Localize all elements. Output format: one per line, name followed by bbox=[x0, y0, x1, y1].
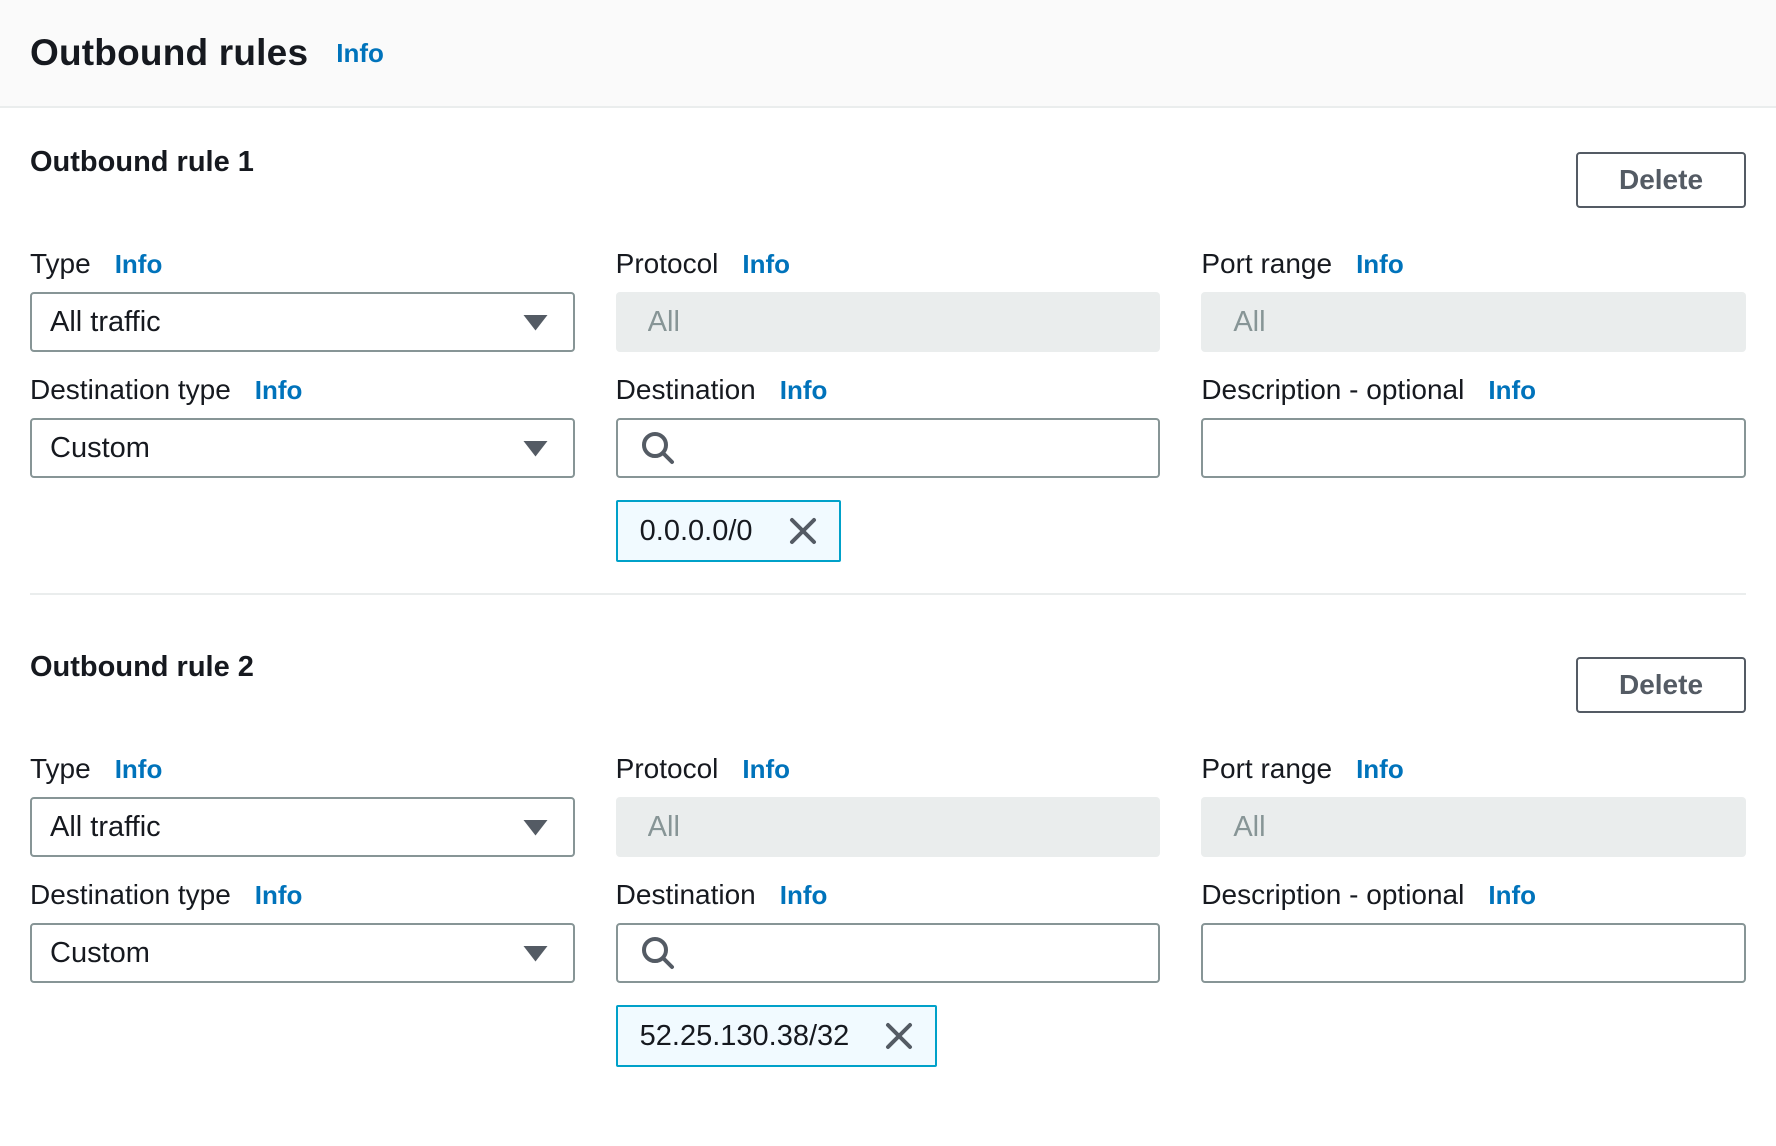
type-select[interactable]: All traffic bbox=[30, 797, 575, 857]
port-range-input bbox=[1201, 292, 1746, 352]
rule-1-destination-field: Destination Info 0.0.0.0/0 bbox=[616, 374, 1161, 562]
destination-type-info-link[interactable]: Info bbox=[255, 375, 303, 406]
outbound-rules-panel: Outbound rules Info Outbound rule 1 Dele… bbox=[0, 0, 1776, 1146]
rule-2-fields-grid: Type Info All traffic Protocol Info bbox=[30, 753, 1746, 1067]
destination-token: 0.0.0.0/0 bbox=[616, 500, 841, 562]
rule-2-title: Outbound rule 2 bbox=[30, 645, 254, 684]
type-label: Type bbox=[30, 753, 91, 785]
rule-1-head: Outbound rule 1 Delete bbox=[30, 140, 1746, 208]
rule-1-type-field: Type Info All traffic bbox=[30, 248, 575, 352]
port-range-info-link[interactable]: Info bbox=[1356, 249, 1404, 280]
destination-token-value: 52.25.130.38/32 bbox=[640, 1020, 850, 1053]
chevron-down-icon bbox=[522, 313, 549, 332]
description-label: Description - optional bbox=[1201, 374, 1464, 406]
port-range-label: Port range bbox=[1201, 753, 1332, 785]
search-icon bbox=[640, 935, 676, 971]
type-select-value: All traffic bbox=[50, 811, 161, 844]
protocol-info-link[interactable]: Info bbox=[742, 249, 790, 280]
type-info-link[interactable]: Info bbox=[115, 754, 163, 785]
rule-2-description-field: Description - optional Info bbox=[1201, 879, 1746, 983]
protocol-input bbox=[616, 292, 1161, 352]
rule-1-fields-grid: Type Info All traffic Protocol Info bbox=[30, 248, 1746, 562]
protocol-label: Protocol bbox=[616, 753, 719, 785]
destination-type-select[interactable]: Custom bbox=[30, 418, 575, 478]
destination-type-info-link[interactable]: Info bbox=[255, 880, 303, 911]
outbound-rule-1-section: Outbound rule 1 Delete Type Info All tra… bbox=[30, 108, 1746, 595]
chevron-down-icon bbox=[522, 944, 549, 963]
destination-type-select-value: Custom bbox=[50, 937, 150, 970]
rule-2-protocol-field: Protocol Info bbox=[616, 753, 1161, 857]
description-label: Description - optional bbox=[1201, 879, 1464, 911]
rule-2-destination-field: Destination Info 52.25.130.38/32 bbox=[616, 879, 1161, 1067]
destination-label: Destination bbox=[616, 879, 756, 911]
close-icon[interactable] bbox=[787, 515, 819, 547]
port-range-info-link[interactable]: Info bbox=[1356, 754, 1404, 785]
protocol-label: Protocol bbox=[616, 248, 719, 280]
destination-token: 52.25.130.38/32 bbox=[616, 1005, 938, 1067]
destination-search-input[interactable] bbox=[684, 925, 1145, 981]
outbound-rule-2-section: Outbound rule 2 Delete Type Info All tra… bbox=[30, 595, 1746, 1067]
destination-info-link[interactable]: Info bbox=[780, 375, 828, 406]
rule-1-destination-type-field: Destination type Info Custom bbox=[30, 374, 575, 478]
protocol-input bbox=[616, 797, 1161, 857]
type-label: Type bbox=[30, 248, 91, 280]
destination-token-value: 0.0.0.0/0 bbox=[640, 515, 753, 548]
destination-search-box bbox=[616, 923, 1161, 983]
delete-rule-1-button[interactable]: Delete bbox=[1576, 152, 1746, 208]
page-title: Outbound rules bbox=[30, 32, 308, 74]
rule-2-head: Outbound rule 2 Delete bbox=[30, 645, 1746, 713]
chevron-down-icon bbox=[522, 439, 549, 458]
destination-search-input[interactable] bbox=[684, 420, 1145, 476]
destination-type-label: Destination type bbox=[30, 374, 231, 406]
rule-2-type-field: Type Info All traffic bbox=[30, 753, 575, 857]
description-input[interactable] bbox=[1201, 923, 1746, 983]
destination-type-select[interactable]: Custom bbox=[30, 923, 575, 983]
port-range-label: Port range bbox=[1201, 248, 1332, 280]
destination-label: Destination bbox=[616, 374, 756, 406]
panel-header: Outbound rules Info bbox=[0, 0, 1776, 108]
protocol-info-link[interactable]: Info bbox=[742, 754, 790, 785]
description-input[interactable] bbox=[1201, 418, 1746, 478]
port-range-input bbox=[1201, 797, 1746, 857]
rule-1-protocol-field: Protocol Info bbox=[616, 248, 1161, 352]
destination-search-box bbox=[616, 418, 1161, 478]
type-select[interactable]: All traffic bbox=[30, 292, 575, 352]
type-select-value: All traffic bbox=[50, 306, 161, 339]
type-info-link[interactable]: Info bbox=[115, 249, 163, 280]
search-icon bbox=[640, 430, 676, 466]
close-icon[interactable] bbox=[883, 1020, 915, 1052]
destination-type-label: Destination type bbox=[30, 879, 231, 911]
delete-rule-2-button[interactable]: Delete bbox=[1576, 657, 1746, 713]
description-info-link[interactable]: Info bbox=[1488, 880, 1536, 911]
rule-1-title: Outbound rule 1 bbox=[30, 140, 254, 179]
rules-body: Outbound rule 1 Delete Type Info All tra… bbox=[0, 108, 1776, 1067]
rule-1-port-range-field: Port range Info bbox=[1201, 248, 1746, 352]
chevron-down-icon bbox=[522, 818, 549, 837]
outbound-rules-info-link[interactable]: Info bbox=[336, 38, 384, 69]
description-info-link[interactable]: Info bbox=[1488, 375, 1536, 406]
destination-type-select-value: Custom bbox=[50, 432, 150, 465]
rule-2-port-range-field: Port range Info bbox=[1201, 753, 1746, 857]
destination-info-link[interactable]: Info bbox=[780, 880, 828, 911]
rule-2-destination-type-field: Destination type Info Custom bbox=[30, 879, 575, 983]
rule-1-description-field: Description - optional Info bbox=[1201, 374, 1746, 478]
